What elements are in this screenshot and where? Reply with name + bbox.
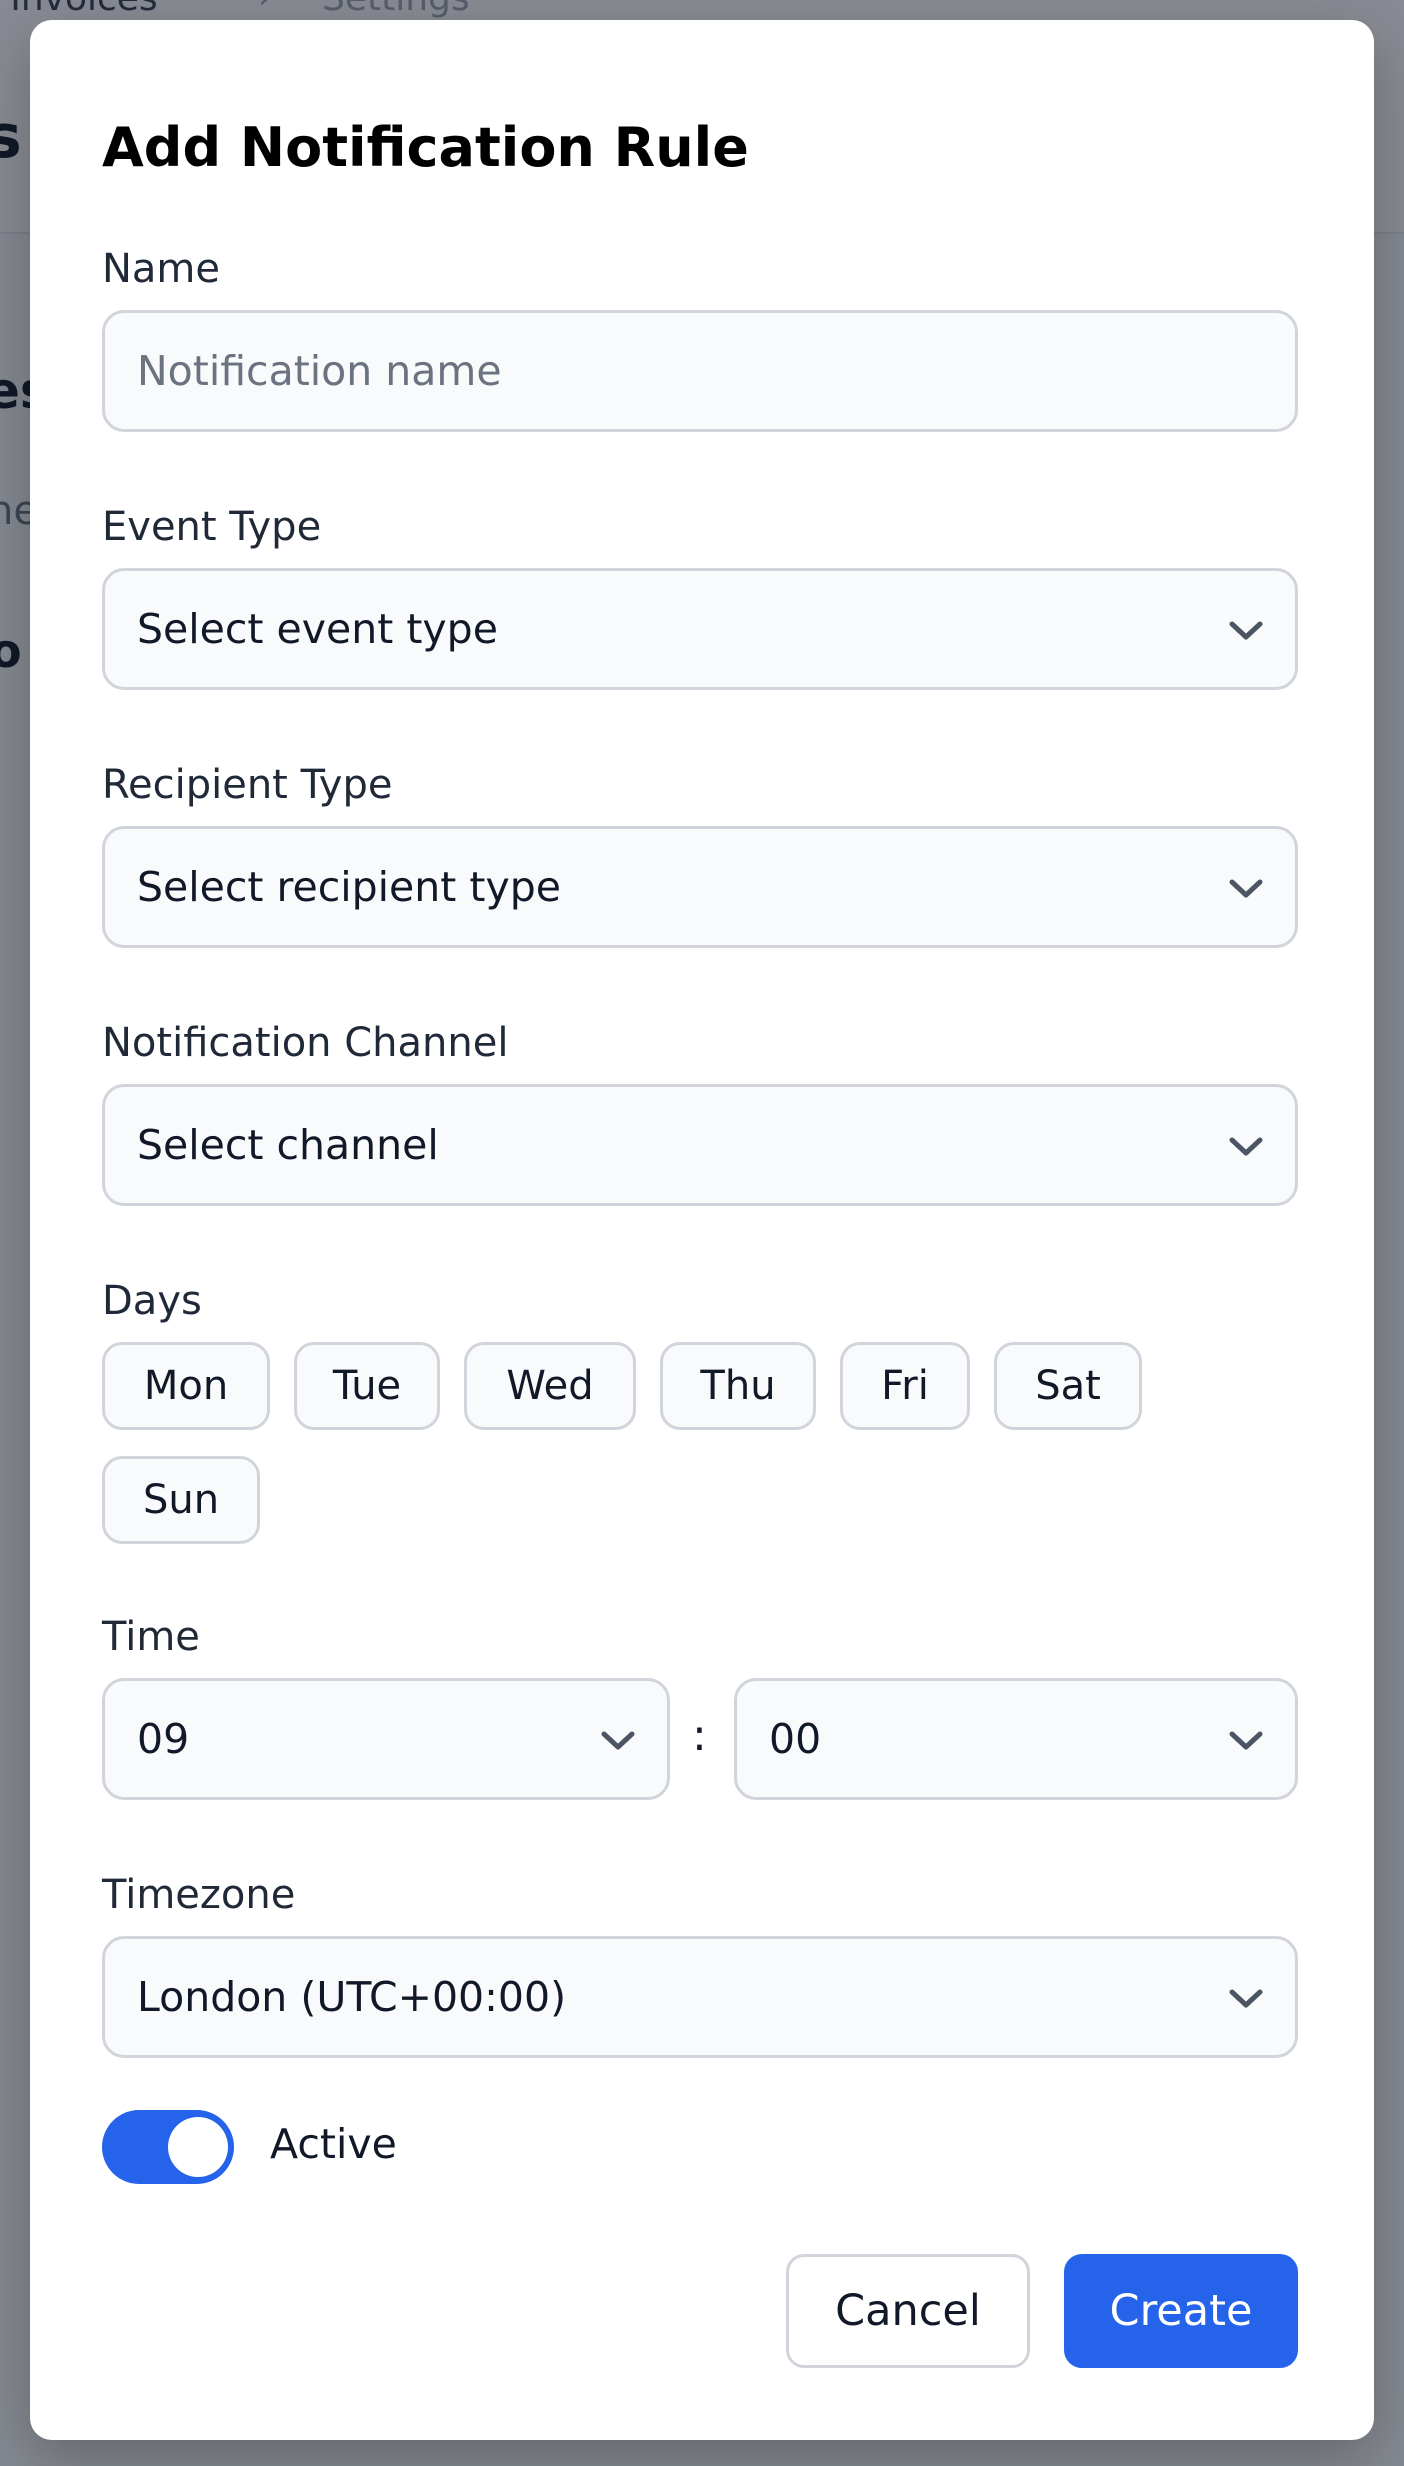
channel-value: Select channel [137, 1121, 439, 1169]
timezone-label: Timezone [102, 1872, 296, 1918]
time-label: Time [102, 1614, 200, 1660]
hour-select[interactable]: 09 [102, 1678, 670, 1800]
toggle-knob [168, 2117, 228, 2177]
day-chip-tue[interactable]: Tue [294, 1342, 440, 1430]
recipient-type-label: Recipient Type [102, 762, 393, 808]
chevron-down-icon [601, 1731, 635, 1750]
add-notification-rule-dialog: Add Notification Rule Name Notification … [30, 20, 1374, 2440]
chevron-down-icon [1229, 621, 1263, 640]
event-type-select[interactable]: Select event type [102, 568, 1298, 690]
minute-select[interactable]: 00 [734, 1678, 1298, 1800]
name-label: Name [102, 246, 221, 292]
chevron-down-icon [1229, 1731, 1263, 1750]
timezone-value: London (UTC+00:00) [137, 1973, 567, 2021]
day-chip-fri[interactable]: Fri [840, 1342, 970, 1430]
time-separator: : [692, 1710, 707, 1761]
recipient-type-select[interactable]: Select recipient type [102, 826, 1298, 948]
name-input[interactable]: Notification name [102, 310, 1298, 432]
create-button[interactable]: Create [1064, 2254, 1298, 2368]
chevron-down-icon [1229, 879, 1263, 898]
day-chip-sat[interactable]: Sat [994, 1342, 1142, 1430]
active-label: Active [270, 2120, 397, 2168]
timezone-select[interactable]: London (UTC+00:00) [102, 1936, 1298, 2058]
channel-label: Notification Channel [102, 1020, 509, 1066]
event-type-value: Select event type [137, 605, 498, 653]
day-chip-wed[interactable]: Wed [464, 1342, 636, 1430]
cancel-button[interactable]: Cancel [786, 2254, 1030, 2368]
name-input-placeholder: Notification name [137, 347, 502, 395]
days-label: Days [102, 1278, 202, 1324]
dialog-title: Add Notification Rule [102, 116, 749, 179]
active-toggle[interactable] [102, 2110, 234, 2184]
recipient-type-value: Select recipient type [137, 863, 561, 911]
day-chip-thu[interactable]: Thu [660, 1342, 816, 1430]
minute-value: 00 [769, 1715, 822, 1763]
hour-value: 09 [137, 1715, 190, 1763]
day-chip-mon[interactable]: Mon [102, 1342, 270, 1430]
day-chip-sun[interactable]: Sun [102, 1456, 260, 1544]
channel-select[interactable]: Select channel [102, 1084, 1298, 1206]
event-type-label: Event Type [102, 504, 322, 550]
chevron-down-icon [1229, 1137, 1263, 1156]
chevron-down-icon [1229, 1989, 1263, 2008]
